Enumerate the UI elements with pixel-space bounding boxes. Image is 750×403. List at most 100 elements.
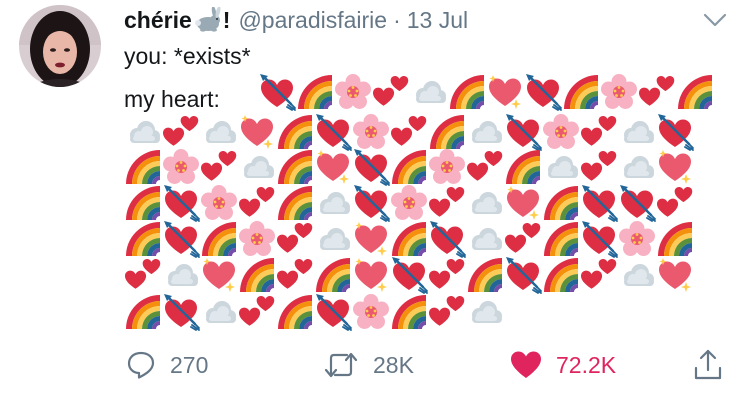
user-handle[interactable]: @paradisfairie bbox=[238, 7, 387, 34]
two-hearts-icon bbox=[238, 184, 276, 222]
tweet-date[interactable]: 13 Jul bbox=[407, 7, 468, 34]
cloud-icon bbox=[466, 113, 504, 151]
avatar[interactable] bbox=[19, 5, 101, 87]
rainbow-icon bbox=[124, 293, 162, 331]
sparkling-heart-icon bbox=[656, 256, 694, 294]
sparkling-heart-icon bbox=[314, 148, 352, 186]
tweet-header: chérie ! @paradisfairie · 13 Jul bbox=[124, 5, 468, 35]
two-hearts-icon bbox=[276, 256, 314, 294]
cloud-icon bbox=[314, 220, 352, 258]
two-hearts-icon bbox=[656, 184, 694, 222]
cloud-icon bbox=[618, 256, 656, 294]
cherry-blossom-icon bbox=[162, 148, 200, 186]
two-hearts-icon bbox=[238, 293, 276, 331]
two-hearts-icon bbox=[638, 73, 676, 111]
heart-arrow-icon bbox=[656, 113, 694, 151]
display-name[interactable]: chérie bbox=[124, 7, 192, 34]
cloud-icon bbox=[542, 148, 580, 186]
heart-arrow-icon bbox=[162, 293, 200, 331]
share-button[interactable] bbox=[693, 348, 723, 382]
sparkling-heart-icon bbox=[504, 184, 542, 222]
retweet-count: 28K bbox=[373, 351, 414, 378]
heart-arrow-icon bbox=[428, 220, 466, 258]
rainbow-icon bbox=[314, 256, 352, 294]
heart-arrow-icon bbox=[162, 220, 200, 258]
rainbow-icon bbox=[276, 184, 314, 222]
tweet-actions: 270 28K 72.2K bbox=[0, 346, 750, 386]
rainbow-icon bbox=[542, 220, 580, 258]
emoji-row bbox=[124, 113, 694, 151]
reply-count: 270 bbox=[170, 351, 209, 378]
cloud-icon bbox=[238, 148, 276, 186]
heart-arrow-icon bbox=[258, 73, 296, 111]
sparkling-heart-icon bbox=[486, 73, 524, 111]
heart-arrow-icon bbox=[314, 293, 352, 331]
share-icon bbox=[694, 349, 722, 380]
heart-arrow-icon bbox=[504, 256, 542, 294]
rainbow-icon bbox=[124, 148, 162, 186]
emoji-row bbox=[258, 73, 714, 111]
cloud-icon bbox=[466, 220, 504, 258]
rainbow-icon bbox=[276, 113, 314, 151]
cherry-blossom-icon bbox=[600, 73, 638, 111]
heart-arrow-icon bbox=[314, 113, 352, 151]
rainbow-icon bbox=[276, 293, 314, 331]
cherry-blossom-icon bbox=[334, 73, 372, 111]
cherry-blossom-icon bbox=[352, 113, 390, 151]
two-hearts-icon bbox=[276, 220, 314, 258]
heart-icon bbox=[511, 351, 541, 378]
emoji-row bbox=[124, 293, 504, 331]
reply-button[interactable]: 270 bbox=[126, 350, 208, 380]
tweet-text-line-1: you: *exists* bbox=[124, 43, 251, 69]
rainbow-icon bbox=[542, 184, 580, 222]
two-hearts-icon bbox=[504, 220, 542, 258]
cherry-blossom-icon bbox=[390, 184, 428, 222]
rainbow-icon bbox=[656, 220, 694, 258]
cloud-icon bbox=[618, 113, 656, 151]
display-name-suffix: ! bbox=[222, 6, 231, 33]
rainbow-icon bbox=[390, 293, 428, 331]
rainbow-icon bbox=[448, 73, 486, 111]
cherry-blossom-icon bbox=[428, 148, 466, 186]
cherry-blossom-icon bbox=[238, 220, 276, 258]
sparkling-heart-icon bbox=[656, 148, 694, 186]
heart-arrow-icon bbox=[504, 113, 542, 151]
cloud-icon bbox=[124, 113, 162, 151]
tweet-text-line-2: my heart: bbox=[124, 86, 220, 112]
rainbow-icon bbox=[200, 220, 238, 258]
sparkling-heart-icon bbox=[352, 220, 390, 258]
separator-dot: · bbox=[393, 6, 401, 33]
emoji-row bbox=[124, 148, 694, 186]
cherry-blossom-icon bbox=[200, 184, 238, 222]
cloud-icon bbox=[314, 184, 352, 222]
like-count: 72.2K bbox=[556, 351, 617, 378]
two-hearts-icon bbox=[466, 148, 504, 186]
heart-arrow-icon bbox=[580, 184, 618, 222]
two-hearts-icon bbox=[124, 256, 162, 294]
sparkling-heart-icon bbox=[352, 256, 390, 294]
rainbow-icon bbox=[542, 256, 580, 294]
rainbow-icon bbox=[390, 148, 428, 186]
two-hearts-icon bbox=[580, 256, 618, 294]
heart-arrow-icon bbox=[352, 148, 390, 186]
chevron-down-icon[interactable] bbox=[702, 12, 728, 28]
two-hearts-icon bbox=[390, 113, 428, 151]
sparkling-heart-icon bbox=[200, 256, 238, 294]
rainbow-icon bbox=[466, 256, 504, 294]
heart-arrow-icon bbox=[390, 256, 428, 294]
two-hearts-icon bbox=[200, 148, 238, 186]
heart-arrow-icon bbox=[618, 184, 656, 222]
cloud-icon bbox=[410, 73, 448, 111]
cloud-icon bbox=[200, 293, 238, 331]
emoji-row bbox=[124, 220, 694, 258]
two-hearts-icon bbox=[372, 73, 410, 111]
heart-arrow-icon bbox=[580, 220, 618, 258]
like-button[interactable]: 72.2K bbox=[510, 350, 616, 380]
cherry-blossom-icon bbox=[352, 293, 390, 331]
cherry-blossom-icon bbox=[618, 220, 656, 258]
rainbow-icon bbox=[562, 73, 600, 111]
retweet-button[interactable]: 28K bbox=[323, 350, 414, 380]
emoji-row bbox=[124, 184, 694, 222]
two-hearts-icon bbox=[428, 256, 466, 294]
rainbow-icon bbox=[124, 184, 162, 222]
